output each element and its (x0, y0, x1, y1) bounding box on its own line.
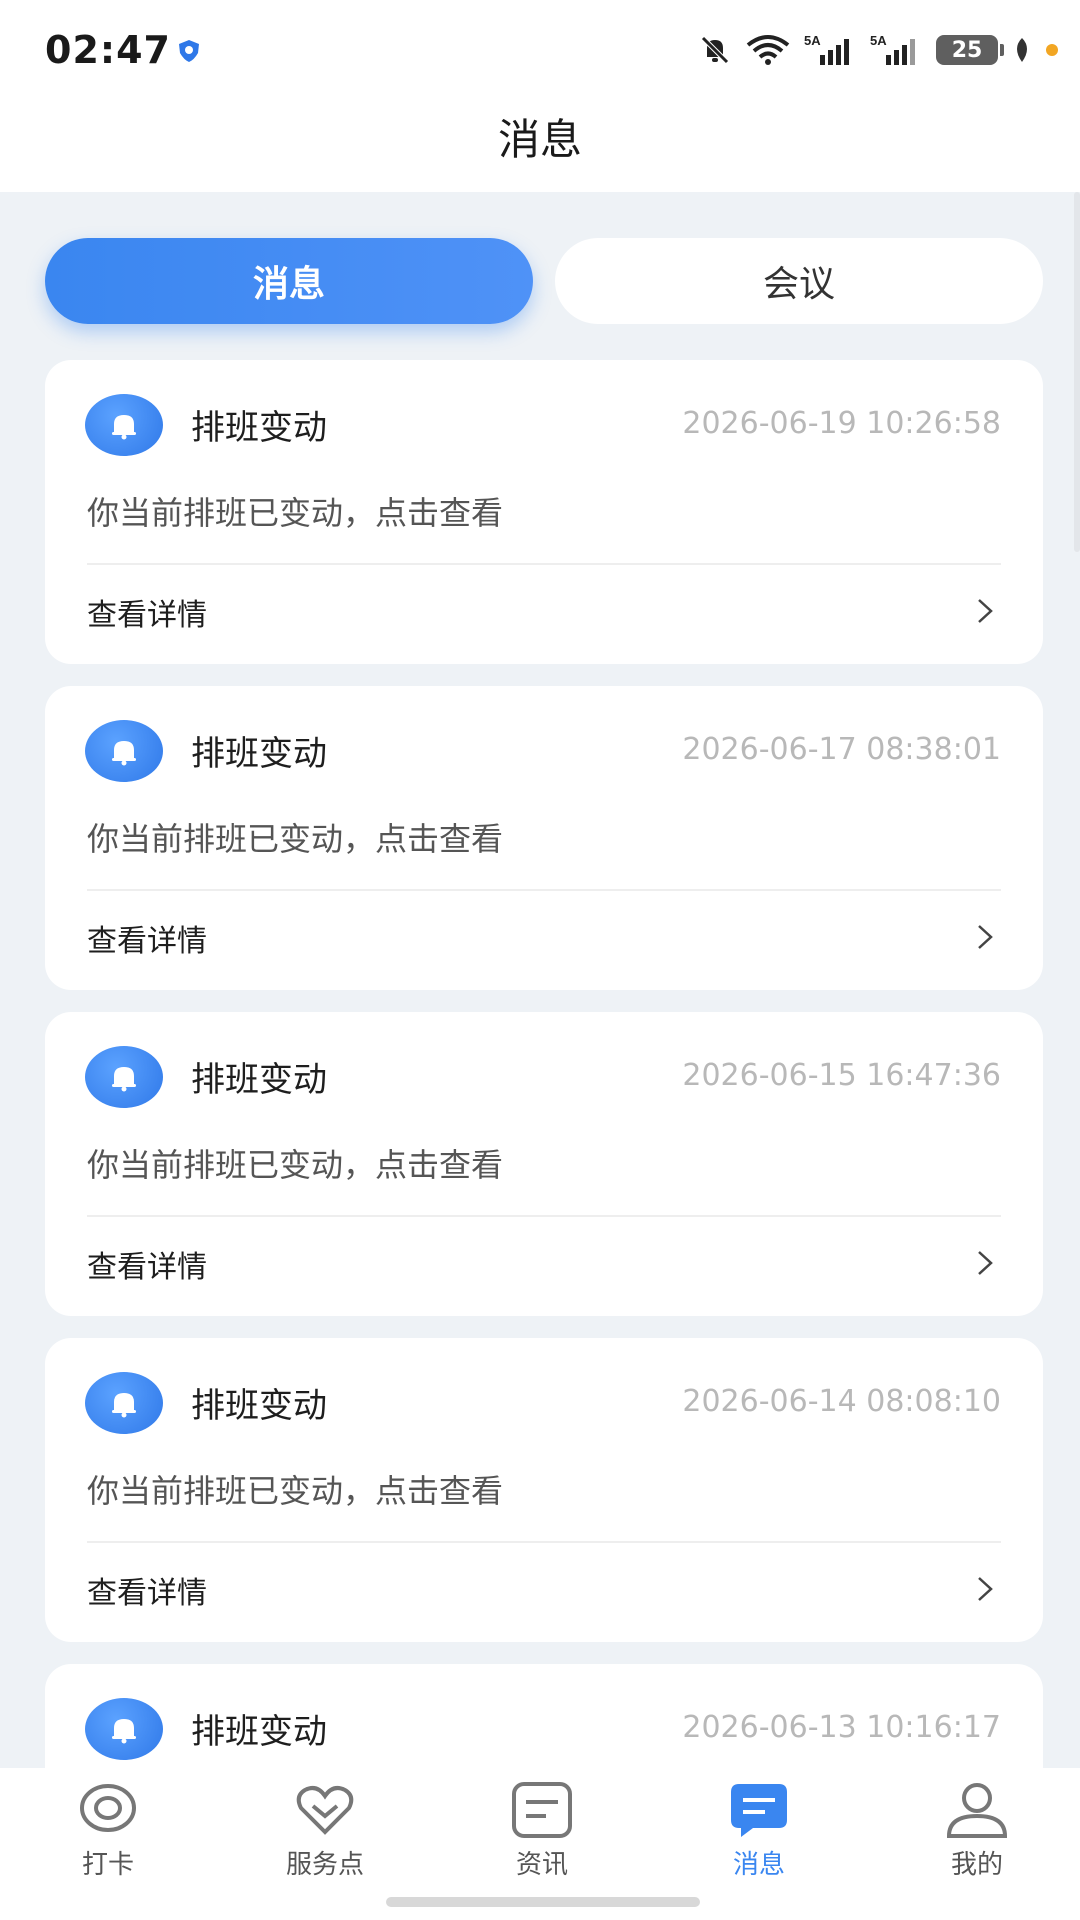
battery-level: 25 (951, 37, 983, 63)
battery-icon: 25 (936, 35, 1004, 65)
nav-item-messages[interactable]: 消息 (684, 1782, 834, 1892)
home-indicator[interactable] (386, 1897, 700, 1907)
view-details-link[interactable]: 查看详情 (87, 590, 207, 634)
mute-bell-icon (701, 36, 729, 64)
tab-messages[interactable]: 消息 (45, 238, 533, 324)
message-card[interactable]: 排班变动 2026-06-15 16:47:36 你当前排班已变动，点击查看 查… (45, 1012, 1043, 1316)
status-icons: 5A 5A 25 (698, 30, 1058, 70)
notification-dot (1046, 44, 1058, 56)
message-description: 你当前排班已变动，点击查看 (87, 1472, 504, 1510)
bell-icon (85, 394, 163, 456)
chevron-right-icon[interactable] (973, 1572, 997, 1606)
tab-meetings[interactable]: 会议 (555, 238, 1043, 324)
message-title: 排班变动 (191, 1712, 327, 1752)
chevron-right-icon[interactable] (973, 1246, 997, 1280)
signal-icon: 5A (870, 33, 915, 65)
nav-item-profile[interactable]: 我的 (902, 1782, 1052, 1892)
nav-item-checkin[interactable]: 打卡 (33, 1782, 183, 1892)
message-time: 2026-06-17 08:38:01 (682, 732, 1001, 767)
view-details-link[interactable]: 查看详情 (87, 1242, 207, 1286)
scrollbar[interactable] (1074, 192, 1080, 552)
signal-label: 5A (804, 33, 821, 48)
message-title: 排班变动 (191, 1386, 327, 1426)
heart-icon (296, 1786, 354, 1835)
bell-icon (85, 1372, 163, 1434)
bell-icon (85, 1046, 163, 1108)
status-time: 02:47 (45, 28, 171, 72)
message-card[interactable]: 排班变动 2026-06-17 08:38:01 你当前排班已变动，点击查看 查… (45, 686, 1043, 990)
page-title: 消息 (497, 115, 582, 164)
chat-bubble-icon (731, 1784, 787, 1837)
signal-icon: 5A (804, 33, 849, 65)
nav-label: 资讯 (515, 1850, 568, 1880)
title-bar: 消息 (0, 100, 1080, 192)
nav-label: 我的 (950, 1850, 1003, 1880)
message-title: 排班变动 (191, 1060, 327, 1100)
nav-label: 消息 (732, 1850, 785, 1880)
divider (87, 563, 1001, 565)
app-shield-icon (179, 40, 199, 62)
nav-item-news[interactable]: 资讯 (467, 1782, 617, 1892)
message-time: 2026-06-14 08:08:10 (682, 1384, 1001, 1419)
nav-label: 打卡 (81, 1850, 134, 1880)
leaf-icon (1017, 38, 1027, 62)
bell-icon (85, 720, 163, 782)
divider (87, 889, 1001, 891)
status-bar: 02:47 5A 5A 25 (0, 0, 1080, 100)
chevron-right-icon[interactable] (973, 920, 997, 954)
message-description: 你当前排班已变动，点击查看 (87, 1146, 504, 1184)
message-card[interactable]: 排班变动 2026-06-19 10:26:58 你当前排班已变动，点击查看 查… (45, 360, 1043, 664)
signal-label: 5A (870, 33, 887, 48)
wifi-icon (746, 35, 790, 65)
chevron-right-icon[interactable] (973, 594, 997, 628)
view-details-link[interactable]: 查看详情 (87, 1568, 207, 1612)
message-description: 你当前排班已变动，点击查看 (87, 820, 504, 858)
view-details-link[interactable]: 查看详情 (87, 916, 207, 960)
segment-tabs: 消息 会议 (45, 238, 1043, 324)
message-time: 2026-06-13 10:16:17 (682, 1710, 1001, 1745)
news-icon (512, 1782, 572, 1838)
divider (87, 1215, 1001, 1217)
message-time: 2026-06-15 16:47:36 (682, 1058, 1001, 1093)
message-title: 排班变动 (191, 408, 327, 448)
message-card[interactable]: 排班变动 2026-06-14 08:08:10 你当前排班已变动，点击查看 查… (45, 1338, 1043, 1642)
message-time: 2026-06-19 10:26:58 (682, 406, 1001, 441)
bell-icon (85, 1698, 163, 1760)
nav-item-service-points[interactable]: 服务点 (250, 1782, 400, 1892)
message-title: 排班变动 (191, 734, 327, 774)
person-icon (946, 1783, 1008, 1838)
divider (87, 1541, 1001, 1543)
location-pin-icon (80, 1784, 136, 1832)
message-description: 你当前排班已变动，点击查看 (87, 494, 504, 532)
nav-label: 服务点 (285, 1850, 364, 1880)
